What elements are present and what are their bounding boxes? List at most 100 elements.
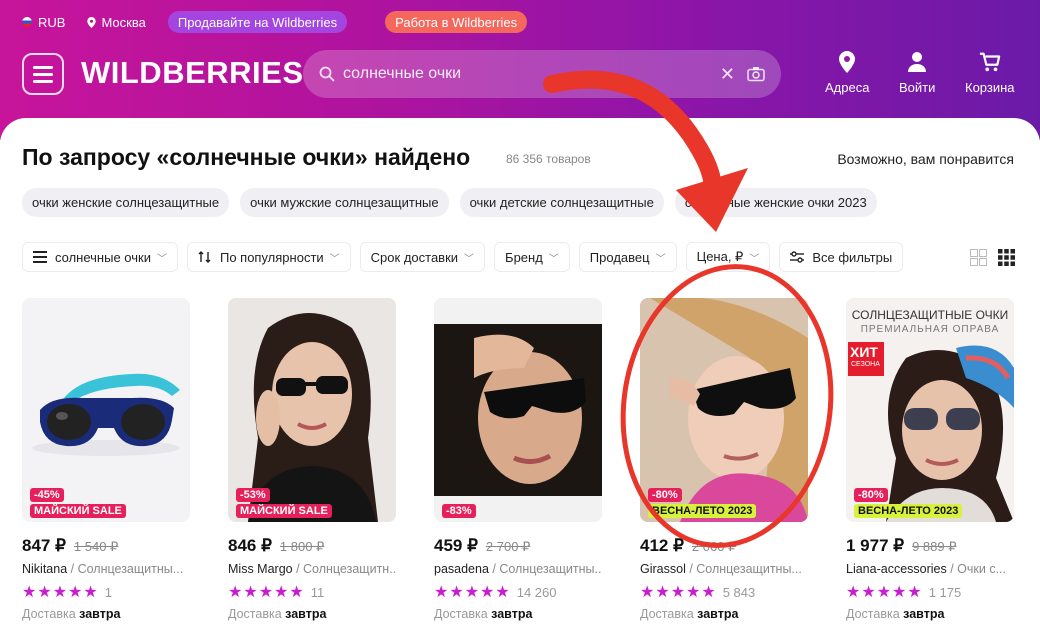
current-price: 1 977 ₽	[846, 536, 905, 555]
delivery-date: завтра	[697, 607, 739, 621]
map-pin-icon	[839, 51, 856, 73]
promo-season-label: СЕЗОНА	[851, 361, 880, 368]
suggestion-chips: очки женские солнцезащитные очки мужские…	[22, 188, 888, 217]
cart-label: Корзина	[965, 80, 1015, 95]
product-card[interactable]: СОЛНЦЕЗАЩИТНЫЕ ОЧКИ ПРЕМИАЛЬНАЯ ОПРАВА Х…	[846, 298, 1016, 621]
rating-row: ★★★★★ 14 260	[434, 582, 604, 602]
grid-small-view-icon[interactable]	[998, 249, 1015, 266]
suggestion-chip[interactable]: очки женские солнцезащитные	[22, 188, 230, 217]
delivery-filter-label: Срок доставки	[370, 249, 459, 265]
product-card[interactable]: -83% 459 ₽ 2 700 ₽ pasadena / Солнцезащи…	[434, 298, 604, 621]
review-count: 1	[104, 584, 112, 600]
product-card[interactable]: -53% МАЙСКИЙ SALE 846 ₽ 1 800 ₽ Miss Mar…	[228, 298, 398, 621]
sort-filter[interactable]: По популярности ﹀	[186, 242, 351, 272]
camera-search-icon[interactable]	[747, 66, 765, 82]
product-image[interactable]: -45% МАЙСКИЙ SALE	[22, 298, 190, 522]
search-input[interactable]: солнечные очки	[343, 65, 720, 83]
addresses-button[interactable]: Адреса	[825, 50, 869, 95]
currency-label: RUB	[38, 14, 66, 30]
product-card[interactable]: -80% ВЕСНА-ЛЕТО 2023 412 ₽ 2 060 ₽ Giras…	[640, 298, 810, 621]
suggestion-chip[interactable]: очки детские солнцезащитные	[459, 188, 664, 217]
cart-button[interactable]: Корзина	[965, 50, 1015, 95]
delivery-label: Доставка	[846, 607, 900, 621]
you-may-like-link[interactable]: Возможно, вам понравится	[837, 151, 1014, 167]
promo-hit-label: ХИТ	[850, 344, 878, 360]
search-icon	[319, 66, 335, 82]
delivery-filter[interactable]: Срок доставки ﹀	[359, 242, 486, 272]
all-filters-button[interactable]: Все фильтры	[779, 242, 904, 272]
brand-filter[interactable]: Бренд ﹀	[494, 242, 570, 272]
grid-large-view-icon[interactable]	[970, 249, 987, 266]
chevron-down-icon: ﹀	[329, 253, 340, 265]
old-price: 9 889 ₽	[912, 539, 957, 554]
current-price: 459 ₽	[434, 536, 478, 555]
old-price: 2 060 ₽	[691, 539, 737, 554]
work-at-wildberries-link[interactable]: Работа в Wildberries	[385, 11, 528, 33]
delivery-label: Доставка	[640, 607, 694, 621]
seller-name[interactable]: Miss Margo	[228, 562, 293, 576]
sell-on-wildberries-link[interactable]: Продавайте на Wildberries	[167, 11, 348, 33]
discount-badge: -53%	[236, 488, 270, 502]
menu-button[interactable]	[22, 53, 64, 95]
rating-stars-icon: ★★★★★	[640, 584, 717, 601]
delivery-date: завтра	[285, 607, 327, 621]
season-badge: ВЕСНА-ЛЕТО 2023	[854, 504, 963, 518]
category-filter-label: солнечные очки	[55, 249, 151, 265]
delivery-info: Доставка завтра	[22, 607, 192, 621]
delivery-label: Доставка	[434, 607, 488, 621]
all-filters-label: Все фильтры	[812, 249, 893, 265]
delivery-date: завтра	[903, 607, 945, 621]
price-row: 846 ₽ 1 800 ₽	[228, 536, 398, 556]
wildberries-logo[interactable]: WILDBERRIES	[81, 55, 304, 91]
price-filter[interactable]: Цена, ₽ ﹀	[685, 242, 771, 272]
cart-icon	[979, 52, 1001, 72]
rating-row: ★★★★★ 1 175	[846, 582, 1016, 602]
current-price: 846 ₽	[228, 536, 272, 555]
login-label: Войти	[899, 80, 936, 95]
price-row: 412 ₽ 2 060 ₽	[640, 536, 810, 556]
suggestion-chip[interactable]: очки мужские солнцезащитные	[240, 188, 449, 217]
login-button[interactable]: Войти	[899, 50, 935, 95]
price-filter-label: Цена, ₽	[696, 249, 744, 264]
review-count: 14 260	[516, 584, 557, 600]
rating-row: ★★★★★ 1	[22, 582, 192, 602]
product-card[interactable]: -45% МАЙСКИЙ SALE 847 ₽ 1 540 ₽ Nikitana…	[22, 298, 192, 621]
suggestion-chip[interactable]: солнечные женские очки 2023	[674, 188, 877, 217]
product-category: Солнцезащитн...	[303, 562, 396, 576]
price-row: 1 977 ₽ 9 889 ₽	[846, 536, 1016, 556]
price-row: 847 ₽ 1 540 ₽	[22, 536, 192, 556]
season-badge: ВЕСНА-ЛЕТО 2023	[648, 504, 757, 518]
delivery-label: Доставка	[22, 607, 76, 621]
product-image[interactable]: СОЛНЦЕЗАЩИТНЫЕ ОЧКИ ПРЕМИАЛЬНАЯ ОПРАВА Х…	[846, 298, 1014, 522]
old-price: 1 800 ₽	[279, 539, 325, 554]
chevron-down-icon: ﹀	[464, 253, 475, 265]
sort-filter-label: По популярности	[219, 249, 324, 265]
product-image[interactable]: -83%	[434, 298, 602, 522]
search-bar[interactable]: солнечные очки ✕	[303, 50, 781, 98]
promo-subtitle: ПРЕМИАЛЬНАЯ ОПРАВА	[860, 324, 1000, 335]
delivery-info: Доставка завтра	[228, 607, 398, 621]
seller-filter[interactable]: Продавец ﹀	[578, 242, 677, 272]
current-price: 847 ₽	[22, 536, 66, 555]
seller-name[interactable]: Girassol	[640, 562, 686, 576]
category-filter[interactable]: солнечные очки ﹀	[22, 242, 178, 272]
chevron-down-icon: ﹀	[548, 253, 559, 265]
rating-stars-icon: ★★★★★	[846, 584, 923, 601]
currency-selector[interactable]: RUB	[22, 15, 65, 30]
product-image[interactable]: -53% МАЙСКИЙ SALE	[228, 298, 396, 522]
location-pin-icon	[87, 16, 97, 28]
product-category: Очки с...	[957, 562, 1006, 576]
menu-icon	[33, 65, 53, 69]
product-image[interactable]: -80% ВЕСНА-ЛЕТО 2023	[640, 298, 808, 522]
discount-badge: -83%	[442, 504, 476, 518]
page-title: По запросу «солнечные очки» найдено	[22, 144, 471, 170]
city-selector[interactable]: Москва	[87, 15, 146, 30]
brand-filter-label: Бренд	[505, 249, 543, 265]
seller-name[interactable]: Liana-accessories	[846, 562, 947, 576]
seller-name[interactable]: Nikitana	[22, 562, 67, 576]
clear-search-icon[interactable]: ✕	[720, 64, 735, 85]
seller-line: Miss Margo / Солнцезащитн...	[228, 562, 396, 576]
seller-name[interactable]: pasadena	[434, 562, 489, 576]
delivery-info: Доставка завтра	[640, 607, 810, 621]
review-count: 1 175	[928, 584, 962, 600]
